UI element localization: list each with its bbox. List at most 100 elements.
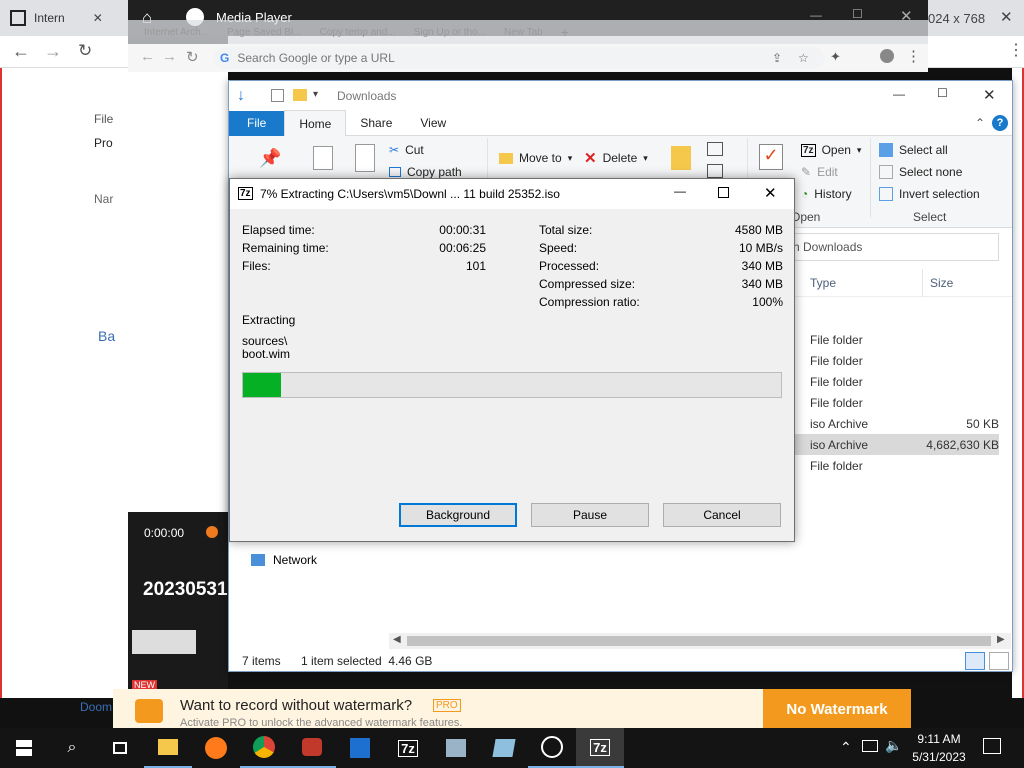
profile-icon[interactable] xyxy=(880,49,894,63)
tab-file[interactable]: File xyxy=(229,110,285,136)
chevron-down-icon[interactable]: ▾ xyxy=(313,89,318,100)
scroll-thumb[interactable] xyxy=(407,636,991,646)
thumbnail[interactable] xyxy=(132,630,196,654)
windows-start-icon[interactable] xyxy=(0,728,48,768)
tab-share[interactable]: Share xyxy=(346,111,406,136)
tab-view[interactable]: View xyxy=(406,111,460,136)
chrome-icon[interactable] xyxy=(240,728,288,768)
maximize-icon[interactable]: ☐ xyxy=(852,7,863,21)
file-explorer-icon[interactable] xyxy=(144,728,192,768)
new-item-icon[interactable] xyxy=(707,142,723,156)
omnibox-input[interactable]: Search Google or type a URL xyxy=(237,51,394,65)
search-input[interactable]: h Downloads xyxy=(793,240,862,254)
more-menu-icon[interactable]: ⋮ xyxy=(906,47,921,65)
select-none-button[interactable]: Select none xyxy=(879,161,962,183)
cancel-button[interactable]: Cancel xyxy=(663,503,781,527)
chrome-tab[interactable]: Internet Arch... xyxy=(144,27,209,38)
column-size[interactable]: Size xyxy=(930,276,953,290)
chrome-tab[interactable]: Page Saved Bl... xyxy=(227,27,302,38)
column-type[interactable]: Type xyxy=(810,276,836,290)
list-item[interactable]: File folder xyxy=(794,371,999,392)
easy-access-icon[interactable] xyxy=(707,164,723,178)
background-button[interactable]: Background xyxy=(399,503,517,527)
maximize-icon[interactable]: ☐ xyxy=(937,86,948,100)
no-watermark-button[interactable]: No Watermark xyxy=(763,689,911,729)
close-icon[interactable]: ✕ xyxy=(93,11,103,25)
list-item[interactable]: iso Archive 4,682,630 KB xyxy=(794,434,999,455)
new-tab-icon[interactable]: + xyxy=(561,24,569,40)
item-size: 4,682,630 KB xyxy=(926,437,999,452)
reload-icon[interactable]: ↻ xyxy=(186,48,199,66)
seven-zip-active-icon[interactable]: 7z xyxy=(576,728,624,768)
close-icon[interactable]: ✕ xyxy=(983,86,996,104)
firefox-icon[interactable] xyxy=(192,728,240,768)
paste-icon[interactable] xyxy=(355,144,375,172)
list-item[interactable]: File folder xyxy=(794,392,999,413)
scroll-right-icon[interactable]: ▶ xyxy=(997,634,1005,645)
search-icon[interactable]: ⌕ xyxy=(48,728,96,768)
nav-network[interactable]: Network xyxy=(251,553,317,567)
share-icon[interactable]: ⇪ xyxy=(772,51,782,65)
properties-icon[interactable] xyxy=(271,89,284,102)
list-item[interactable]: File folder xyxy=(794,329,999,350)
help-icon[interactable]: ? xyxy=(992,115,1008,131)
maximize-icon[interactable] xyxy=(718,187,729,198)
tab-home[interactable]: Home xyxy=(284,110,347,136)
reload-icon[interactable]: ↻ xyxy=(78,41,92,61)
move-to-button[interactable]: Move to ▾ xyxy=(499,147,572,169)
copy-icon[interactable] xyxy=(313,146,333,170)
close-icon[interactable]: ✕ xyxy=(1000,8,1013,26)
chevron-up-icon[interactable]: ⌃ xyxy=(975,116,985,130)
media-player-icon[interactable] xyxy=(528,728,576,768)
notepad-icon[interactable] xyxy=(480,728,528,768)
omnibox[interactable]: G Search Google or type a URL ⇪ ☆ xyxy=(214,47,824,69)
edit-button[interactable]: ✎ Edit xyxy=(801,161,838,183)
list-item[interactable]: File folder xyxy=(794,350,999,371)
extensions-icon[interactable]: ✦ xyxy=(830,49,841,65)
minimize-icon[interactable]: — xyxy=(893,87,905,101)
forward-arrow-icon[interactable]: → xyxy=(162,48,177,65)
large-icons-view-icon[interactable] xyxy=(989,652,1009,670)
select-all-button[interactable]: Select all xyxy=(879,139,948,161)
minimize-icon[interactable]: — xyxy=(674,184,686,198)
media-player-app-icon[interactable] xyxy=(336,728,384,768)
volume-icon[interactable]: 🔈 xyxy=(885,737,902,754)
notification-icon[interactable] xyxy=(983,738,1001,754)
close-icon[interactable]: ✕ xyxy=(764,184,777,202)
back-arrow-icon[interactable]: ← xyxy=(12,41,30,62)
current-file: boot.wim xyxy=(242,347,291,361)
open-button[interactable]: 7z Open ▾ xyxy=(801,139,861,161)
details-view-icon[interactable] xyxy=(965,652,985,670)
pro-badge: PRO xyxy=(433,699,461,712)
new-folder-icon[interactable] xyxy=(671,146,691,170)
chrome-tab[interactable]: New Tab xyxy=(504,27,543,38)
screen-recorder-icon[interactable] xyxy=(288,728,336,768)
scroll-left-icon[interactable]: ◀ xyxy=(393,634,401,645)
list-item[interactable]: iso Archive 50 KB xyxy=(794,413,999,434)
properties-check-icon[interactable]: ✓ xyxy=(759,144,783,170)
invert-selection-button[interactable]: Invert selection xyxy=(879,183,980,205)
chrome-tab[interactable]: Sign Up or tho... xyxy=(414,27,486,38)
folder-icon[interactable] xyxy=(293,89,307,101)
chevron-up-icon[interactable]: ⌃ xyxy=(840,739,852,756)
list-item[interactable]: File folder xyxy=(794,455,999,476)
more-menu-icon[interactable]: ⋮ xyxy=(1008,40,1024,60)
back-arrow-icon[interactable]: ← xyxy=(140,48,155,65)
cut-button[interactable]: ✂ Cut xyxy=(389,139,424,161)
bookmark-star-icon[interactable]: ☆ xyxy=(798,51,809,65)
network-app-icon[interactable] xyxy=(432,728,480,768)
pause-button[interactable]: Pause xyxy=(531,503,649,527)
search-box[interactable]: h Downloads xyxy=(784,233,999,261)
task-view-icon[interactable] xyxy=(96,728,144,768)
browser-tab[interactable]: Intern ✕ xyxy=(0,0,113,36)
clock[interactable]: 9:11 AM 5/31/2023 xyxy=(904,730,974,766)
seven-zip-icon[interactable]: 7z xyxy=(384,728,432,768)
forward-arrow-icon[interactable]: → xyxy=(44,41,62,62)
network-status-icon[interactable] xyxy=(862,740,878,752)
history-button[interactable]: ◔ History xyxy=(801,183,852,205)
chrome-tab[interactable]: Copy temp and... xyxy=(320,27,396,38)
doom-link[interactable]: Doom xyxy=(80,700,112,714)
pin-icon[interactable]: 📌 xyxy=(259,148,281,169)
horizontal-scrollbar[interactable]: ◀ ▶ xyxy=(389,633,1011,649)
delete-button[interactable]: ✕ Delete ▾ xyxy=(584,147,648,169)
